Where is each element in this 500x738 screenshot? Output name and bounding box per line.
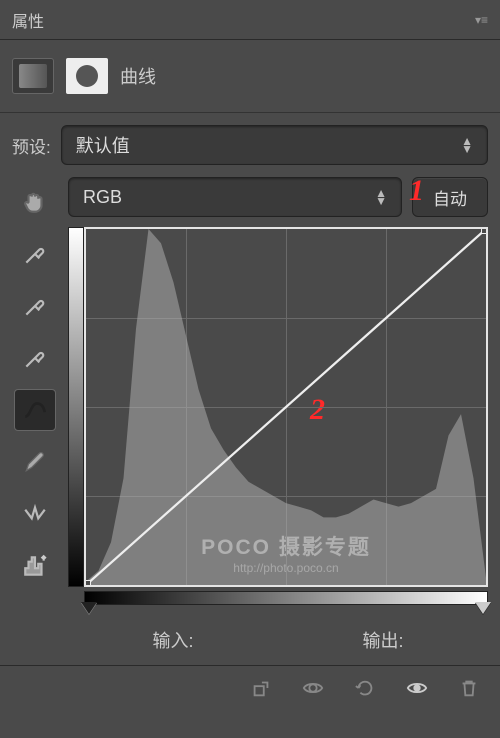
channel-select[interactable]: RGB ▲▼ 1 xyxy=(68,177,402,217)
adjustment-header: 曲线 xyxy=(0,40,500,113)
black-point-slider[interactable] xyxy=(81,602,97,614)
auto-button-label: 自动 xyxy=(433,185,467,210)
output-label: 输出: xyxy=(362,627,403,653)
view-previous-state-icon[interactable] xyxy=(300,675,326,701)
curves-area: 2 POCO 摄影专题 http://photo.poco.cn xyxy=(68,227,488,587)
smooth-curve-button[interactable] xyxy=(14,493,56,535)
auto-button[interactable]: 自动 xyxy=(412,177,488,217)
dropdown-arrows-icon: ▲▼ xyxy=(461,137,473,153)
preset-value: 默认值 xyxy=(76,132,130,158)
panel-header: 属性 ▾≡ xyxy=(0,0,500,40)
clip-to-layer-icon[interactable] xyxy=(248,675,274,701)
delete-adjustment-icon[interactable] xyxy=(456,675,482,701)
curve-point-handle[interactable] xyxy=(481,227,488,234)
edit-points-tool[interactable] xyxy=(14,389,56,431)
black-point-eyedropper[interactable] xyxy=(14,233,56,275)
white-point-eyedropper[interactable] xyxy=(14,337,56,379)
output-gradient-ramp xyxy=(68,227,84,587)
panel-footer xyxy=(0,665,500,709)
draw-curve-tool[interactable] xyxy=(14,441,56,483)
layer-mask-thumbnail[interactable] xyxy=(66,58,108,94)
curves-toolbar xyxy=(12,177,58,665)
preset-select[interactable]: 默认值 ▲▼ xyxy=(61,125,488,165)
white-point-slider[interactable] xyxy=(475,602,491,614)
adjustment-type-label: 曲线 xyxy=(120,63,156,89)
dropdown-arrows-icon: ▲▼ xyxy=(375,189,387,205)
curves-graph[interactable]: 2 POCO 摄影专题 http://photo.poco.cn xyxy=(84,227,488,587)
preset-label: 预设: xyxy=(12,133,51,158)
panel-title: 属性 xyxy=(12,8,44,32)
input-gradient-ramp[interactable] xyxy=(84,591,488,605)
curve-point-handle[interactable] xyxy=(84,580,91,587)
preset-row: 预设: 默认值 ▲▼ xyxy=(12,125,488,165)
io-readout: 输入: 输出: xyxy=(68,605,488,665)
channel-value: RGB xyxy=(83,187,122,208)
input-label: 输入: xyxy=(152,627,193,653)
gray-point-eyedropper[interactable] xyxy=(14,285,56,327)
panel-menu-icon[interactable]: ▾≡ xyxy=(475,13,488,27)
calculate-histogram-button[interactable] xyxy=(14,545,56,587)
on-image-adjust-tool[interactable] xyxy=(14,181,56,223)
curves-adjustment-icon[interactable] xyxy=(12,58,54,94)
toggle-visibility-icon[interactable] xyxy=(404,675,430,701)
reset-icon[interactable] xyxy=(352,675,378,701)
